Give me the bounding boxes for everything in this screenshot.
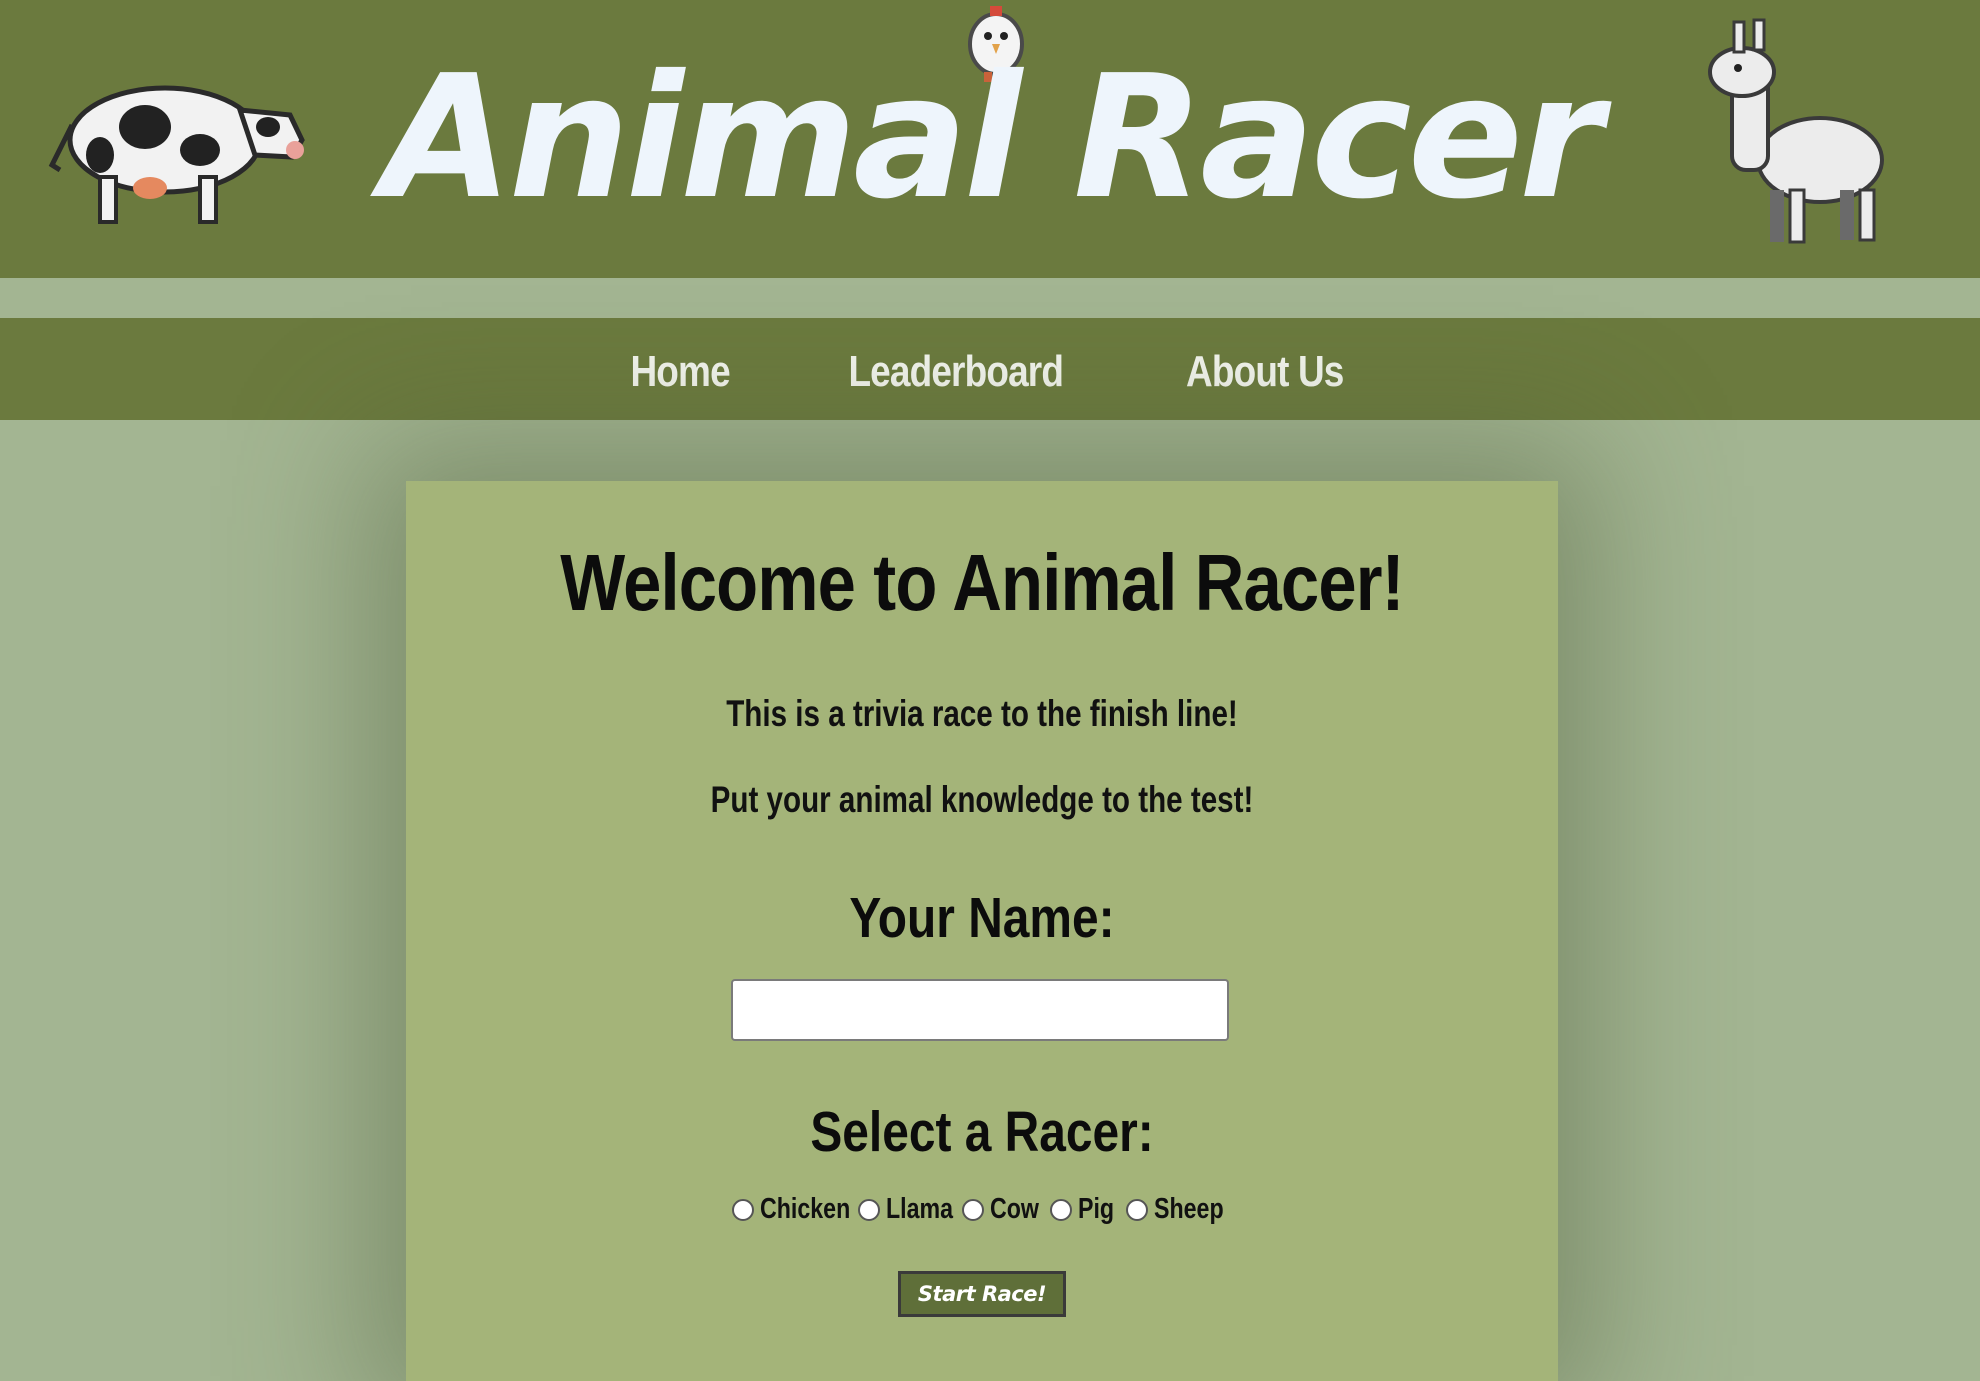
- racer-llama-label: Llama: [886, 1193, 954, 1225]
- header-banner: Animal Racer: [0, 0, 1980, 278]
- racer-select-label: Select a Racer:: [810, 1100, 1154, 1164]
- welcome-card: Welcome to Animal Racer! This is a trivi…: [406, 481, 1558, 1381]
- llama-sprite-icon: [1708, 18, 1884, 244]
- cow-sprite-icon: [48, 85, 305, 224]
- racer-chicken[interactable]: Chicken: [732, 1193, 851, 1226]
- intro-line-2: Put your animal knowledge to the test!: [710, 779, 1254, 820]
- main-nav: Home Leaderboard About Us: [0, 318, 1980, 420]
- racer-cow-radio[interactable]: [962, 1198, 984, 1221]
- racer-llama[interactable]: Llama: [858, 1193, 954, 1226]
- racer-chicken-label: Chicken: [760, 1193, 851, 1225]
- racer-pig[interactable]: Pig: [1050, 1193, 1115, 1226]
- racer-cow[interactable]: Cow: [962, 1193, 1039, 1226]
- racer-sheep-radio[interactable]: [1126, 1198, 1148, 1221]
- name-input[interactable]: [731, 979, 1229, 1041]
- intro-line-1: This is a trivia race to the finish line…: [726, 693, 1238, 734]
- nav-about-us-link[interactable]: About Us: [1186, 341, 1344, 397]
- site-title: Animal Racer: [381, 39, 1603, 237]
- racer-sheep[interactable]: Sheep: [1126, 1193, 1224, 1226]
- racer-chicken-radio[interactable]: [732, 1198, 754, 1221]
- name-label: Your Name:: [849, 886, 1115, 950]
- racer-llama-radio[interactable]: [858, 1198, 880, 1221]
- nav-leaderboard-link[interactable]: Leaderboard: [848, 341, 1063, 397]
- racer-cow-label: Cow: [990, 1193, 1039, 1225]
- welcome-heading: Welcome to Animal Racer!: [560, 538, 1404, 627]
- racer-pig-radio[interactable]: [1050, 1198, 1072, 1221]
- racer-options: Chicken Llama Cow Pig Sheep: [406, 1193, 1558, 1226]
- start-race-button[interactable]: Start Race!: [898, 1271, 1066, 1317]
- racer-pig-label: Pig: [1078, 1193, 1115, 1225]
- racer-sheep-label: Sheep: [1154, 1193, 1224, 1225]
- nav-home-link[interactable]: Home: [631, 341, 731, 397]
